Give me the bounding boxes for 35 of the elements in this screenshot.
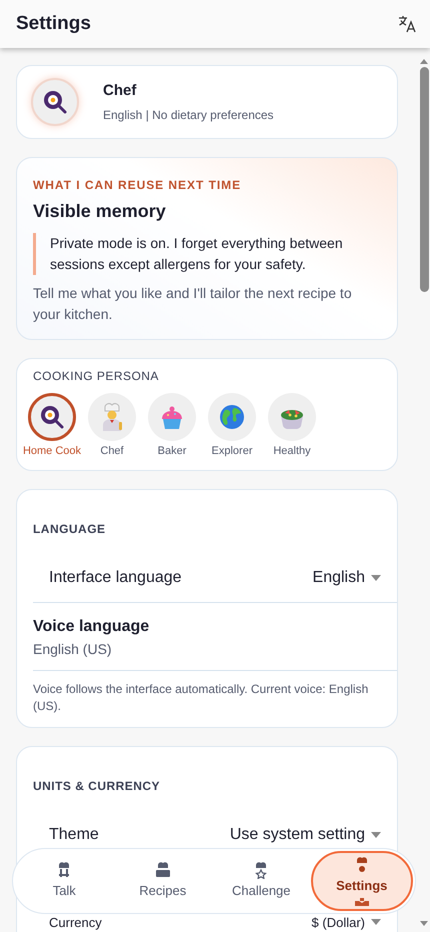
memory-eyebrow: WHAT I CAN REUSE NEXT TIME [33,177,242,194]
nav-tab[interactable]: Challenge [212,851,310,911]
chef-hat-icon [154,861,172,880]
translate-icon[interactable] [398,15,416,33]
scrollbar-thumb[interactable] [420,67,428,292]
section-label: COOKING PERSONA [33,368,160,385]
select-dropdown[interactable]: Use system setting [230,822,381,846]
setting-label: Interface language [49,568,182,588]
voice-value: English (US) [33,640,113,659]
memory-hint: Tell me what you like and I'll tailor the next recipe to your kitchen. [33,284,353,324]
select-dropdown[interactable]: English [312,566,381,590]
select-dropdown[interactable]: $ (Dollar) [312,916,381,928]
caret-icon [371,832,381,838]
profile-name: Chef [103,80,138,101]
frying-pan-icon [39,404,65,430]
caret-icon [371,919,381,925]
memory-notice: Private mode is on. I forget everything between sessions except allergens for your safety. [33,233,381,275]
nav-tab[interactable]: Settings [310,851,413,911]
section-label: LANGUAGE [33,520,107,538]
nav-tab[interactable]: Talk [15,851,114,911]
page-title: Settings [16,12,91,36]
scroll-down-icon[interactable] [419,920,429,928]
voice-note: Voice follows the interface automatically. Current voice: English (US). [32,680,370,714]
setting-label: Currency [49,916,102,928]
memory-title: Visible memory [33,200,167,223]
caret-icon [371,574,381,580]
tray-icon [354,898,369,906]
voice-title: Voice language [33,616,150,636]
scroll-up-icon[interactable] [419,57,429,65]
frying-pan-icon [42,89,68,115]
profile-subtitle: English | No dietary preferences [103,107,274,124]
setting-label: Theme [49,824,99,844]
nav-tab[interactable]: Recipes [114,851,212,911]
globe-icon [219,404,245,430]
section-label: UNITS & CURRENCY [33,778,162,794]
